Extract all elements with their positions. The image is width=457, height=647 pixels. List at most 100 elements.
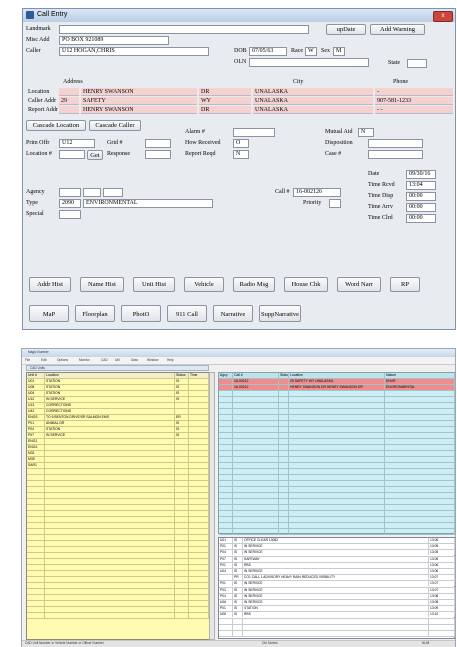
time-disp-field[interactable]: 00:00 xyxy=(406,192,436,201)
how-received-field[interactable]: O xyxy=(233,139,249,148)
menu-cad[interactable]: CAD xyxy=(101,358,108,362)
unit-row[interactable] xyxy=(27,613,210,619)
call-cell xyxy=(279,499,289,504)
unit-cell xyxy=(45,517,175,522)
call-cell xyxy=(279,505,289,510)
priority-field[interactable] xyxy=(329,199,341,208)
get-button[interactable]: Get xyxy=(87,150,103,160)
button-addr-hist[interactable]: Addr Hist xyxy=(29,277,71,292)
race-field[interactable]: W xyxy=(305,47,317,56)
unit-cell xyxy=(189,385,209,390)
report-reqd-field[interactable]: N xyxy=(233,150,249,159)
call-cell xyxy=(219,457,233,462)
log-cell: IS xyxy=(233,593,243,599)
time-arrv-field[interactable]: 00:00 xyxy=(406,203,436,212)
unit-cell xyxy=(189,439,209,444)
call-cell xyxy=(219,517,233,522)
address-type-cell[interactable]: DR xyxy=(199,88,251,96)
log-cell: IN SERVICE xyxy=(243,544,429,550)
button-map[interactable]: MaP xyxy=(29,305,69,322)
agency-field-1[interactable] xyxy=(59,188,81,197)
button-vehicle[interactable]: Vehicle xyxy=(184,277,224,292)
type-desc-field[interactable]: ENVIRONMENTAL xyxy=(83,199,213,208)
call-cell xyxy=(233,517,279,522)
address-city-cell[interactable]: UNALASKA xyxy=(253,106,373,114)
call-cell xyxy=(385,469,455,474)
time-rcvd-field[interactable]: 13:04 xyxy=(406,181,436,190)
button-911-call[interactable]: 911 Call xyxy=(167,305,207,322)
address-num-cell[interactable]: 29 xyxy=(59,97,79,105)
cascade-location-button[interactable]: Cascade Location xyxy=(26,120,86,131)
unit-cell xyxy=(175,457,189,462)
button-unit-hist[interactable]: Unit Hist xyxy=(133,277,175,292)
call-num-field[interactable]: 16-002126 xyxy=(293,188,341,197)
alarm-field[interactable] xyxy=(233,128,275,137)
main-title-bar[interactable]: Magic Number xyxy=(22,349,455,357)
date-field[interactable]: 09/30/16 xyxy=(406,170,436,179)
agency-field-2[interactable] xyxy=(83,188,101,197)
address-phone-cell[interactable]: - xyxy=(375,88,453,96)
call-entry-window: Call Entry x Landmark upDate Add Warning… xyxy=(22,8,456,330)
agency-field-3[interactable] xyxy=(103,188,123,197)
unit-cell: STATION xyxy=(45,427,175,432)
close-icon[interactable]: x xyxy=(433,11,453,22)
add-warning-button[interactable]: Add Warning xyxy=(370,24,425,35)
grid-field[interactable] xyxy=(145,139,171,148)
oln-field[interactable] xyxy=(249,58,369,67)
menu-data[interactable]: Data xyxy=(131,358,138,362)
menu-edit[interactable]: Edit xyxy=(41,358,47,362)
button-rp[interactable]: RP xyxy=(390,277,420,292)
button-photo[interactable]: PhotO xyxy=(121,305,161,322)
button-word-narr[interactable]: Word Narr xyxy=(337,277,381,292)
unit-cell: P04 xyxy=(27,427,45,432)
units-scrollbar[interactable] xyxy=(209,372,215,640)
menu-help[interactable]: Help xyxy=(167,358,174,362)
response-field[interactable] xyxy=(145,150,171,159)
location-num-field[interactable] xyxy=(59,150,85,159)
sex-field[interactable]: M xyxy=(333,47,345,56)
call-row[interactable] xyxy=(219,529,455,535)
call-cell xyxy=(219,391,233,396)
address-city-cell[interactable]: UNALASKA xyxy=(253,88,373,96)
state-field[interactable] xyxy=(407,59,427,68)
address-num-cell[interactable] xyxy=(59,88,79,96)
menu-file[interactable]: File xyxy=(25,358,30,362)
cascade-caller-button[interactable]: Cascade Caller xyxy=(89,120,141,131)
button-suppnarrative[interactable]: SuppNarrative xyxy=(259,305,301,322)
button-floorplan[interactable]: Floorplan xyxy=(75,305,115,322)
disposition-field[interactable] xyxy=(368,139,423,148)
log-cell: P04 xyxy=(219,550,233,556)
call-entry-title-bar[interactable]: Call Entry x xyxy=(23,9,455,22)
button-name-hist[interactable]: Name Hist xyxy=(80,277,124,292)
menu-options[interactable]: Options xyxy=(57,358,68,362)
dob-field[interactable]: 07/05/63 xyxy=(249,47,287,56)
type-code-field[interactable]: 2090 xyxy=(59,199,81,208)
address-type-cell[interactable]: DR xyxy=(199,106,251,114)
mutual-aid-field[interactable]: N xyxy=(358,128,374,137)
call-cell xyxy=(233,445,279,450)
caller-field[interactable]: U12 HOGAN,CHRIS xyxy=(59,47,209,56)
log-cell: IS xyxy=(233,550,243,556)
unit-cell xyxy=(45,595,175,600)
address-street-cell[interactable]: HENRY SWANSON xyxy=(81,88,197,96)
address-phone-cell[interactable]: 907-581-1233 xyxy=(375,97,453,105)
misc-addr-field[interactable]: PO BOX 921089 xyxy=(59,36,169,45)
menu-window[interactable]: Window xyxy=(147,358,158,362)
address-street-cell[interactable]: HENRY SWANSON xyxy=(81,106,197,114)
button-narrative[interactable]: Narrative xyxy=(213,305,253,322)
address-num-cell[interactable] xyxy=(59,106,79,114)
prim-offr-field[interactable]: U12 xyxy=(59,139,95,148)
address-city-cell[interactable]: UNALASKA xyxy=(253,97,373,105)
special-field[interactable] xyxy=(59,210,81,219)
address-phone-cell[interactable]: - - xyxy=(375,106,453,114)
update-button[interactable]: upDate xyxy=(326,24,366,35)
landmark-field[interactable] xyxy=(59,25,309,34)
time-clrd-field[interactable]: 00:00 xyxy=(406,214,436,223)
button-house-chk[interactable]: House Chk xyxy=(284,277,328,292)
case-field[interactable] xyxy=(368,150,423,159)
address-type-cell[interactable]: WY xyxy=(199,97,251,105)
menu-monitor[interactable]: Monitor xyxy=(79,358,90,362)
button-radio-msg[interactable]: Radio Msg xyxy=(233,277,275,292)
address-street-cell[interactable]: SAFETY xyxy=(81,97,197,105)
menu-util[interactable]: Util xyxy=(115,358,120,362)
